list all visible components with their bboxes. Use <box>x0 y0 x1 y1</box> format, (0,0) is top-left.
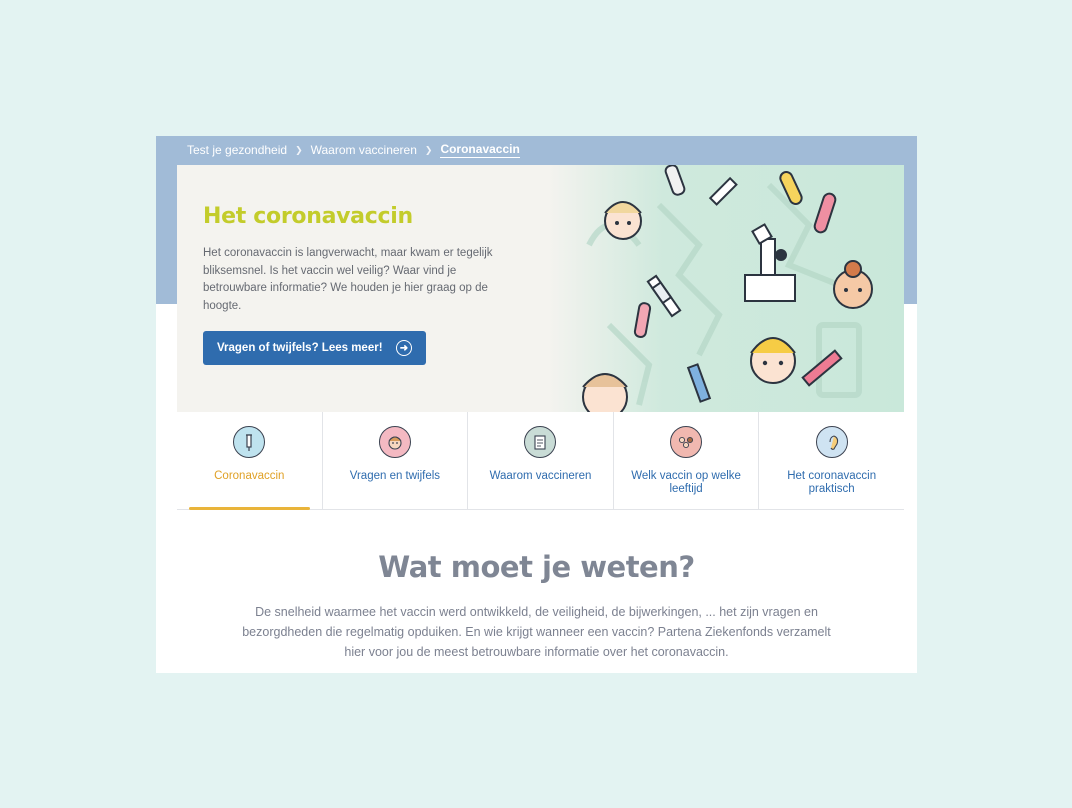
breadcrumb-item-waarom-vaccineren[interactable]: Waarom vaccineren <box>311 143 417 157</box>
tab-coronavaccin[interactable]: Coronavaccin <box>177 412 323 510</box>
ear-icon <box>815 426 848 458</box>
page-frame: Test je gezondheid ❯ Waarom vaccineren ❯… <box>156 136 917 673</box>
breadcrumb: Test je gezondheid ❯ Waarom vaccineren ❯… <box>187 139 520 161</box>
section-title: Wat moet je weten? <box>378 550 695 584</box>
breadcrumb-item-coronavaccin[interactable]: Coronavaccin <box>440 142 520 158</box>
hero-text: Het coronavaccin is langverwacht, maar k… <box>203 247 493 312</box>
clipboard-icon <box>524 426 557 458</box>
section-text: De snelheid waarmee het vaccin werd ontw… <box>242 605 831 659</box>
syringe-icon <box>233 426 266 458</box>
tab-label: Het coronavaccin praktisch <box>787 470 877 495</box>
chevron-right-icon: ❯ <box>424 144 433 155</box>
topic-tabs: Coronavaccin Vragen en twijfels Waarom v… <box>177 412 904 510</box>
questions-button-label: Vragen of twijfels? Lees meer! <box>217 342 383 354</box>
tab-label: Vragen en twijfels <box>349 470 441 482</box>
worried-face-icon <box>378 426 411 458</box>
tab-label: Welk vaccin op welke leeftijd <box>631 470 741 495</box>
breadcrumb-item-test-je-gezondheid[interactable]: Test je gezondheid <box>187 143 287 157</box>
family-icon <box>670 426 703 458</box>
chevron-right-icon: ❯ <box>295 144 303 155</box>
tab-waarom-vaccineren[interactable]: Waarom vaccineren <box>468 412 614 509</box>
tab-label: Waarom vaccineren <box>489 470 592 482</box>
vaccine-illustration <box>549 165 904 412</box>
arrow-right-circle-icon: ➜ <box>396 340 412 356</box>
hero-title: Het coronavaccin <box>203 204 413 229</box>
questions-button[interactable]: Vragen of twijfels? Lees meer! ➜ <box>203 331 426 365</box>
tab-het-coronavaccin-praktisch[interactable]: Het coronavaccin praktisch <box>759 412 904 509</box>
hero-banner: Het coronavaccin Het coronavaccin is lan… <box>177 165 904 412</box>
tab-vragen-en-twijfels[interactable]: Vragen en twijfels <box>323 412 469 509</box>
tab-label: Coronavaccin <box>214 470 285 482</box>
tab-welk-vaccin-op-welke-leeftijd[interactable]: Welk vaccin op welke leeftijd <box>614 412 760 509</box>
